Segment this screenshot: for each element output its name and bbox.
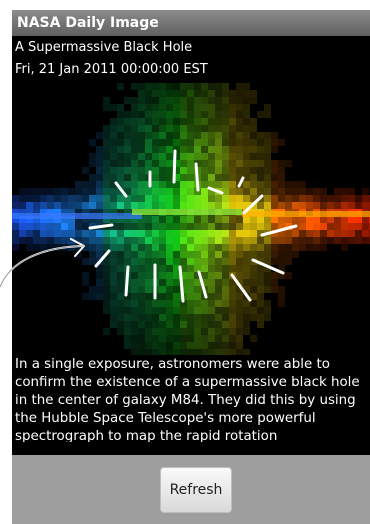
refresh-button[interactable]: Refresh bbox=[160, 467, 232, 513]
image-date: Fri, 21 Jan 2011 00:00:00 EST bbox=[15, 62, 208, 77]
spectrum-image bbox=[12, 83, 370, 355]
image-title: A Supermassive Black Hole bbox=[15, 40, 193, 55]
daily-image bbox=[12, 83, 370, 355]
footer-bar: Refresh bbox=[12, 455, 370, 524]
title-bar: NASA Daily Image bbox=[12, 10, 370, 36]
app-title: NASA Daily Image bbox=[17, 15, 159, 31]
app-screen: NASA Daily Image A Supermassive Black Ho… bbox=[12, 10, 370, 524]
image-description: In a single exposure, astronomers were a… bbox=[15, 357, 360, 442]
